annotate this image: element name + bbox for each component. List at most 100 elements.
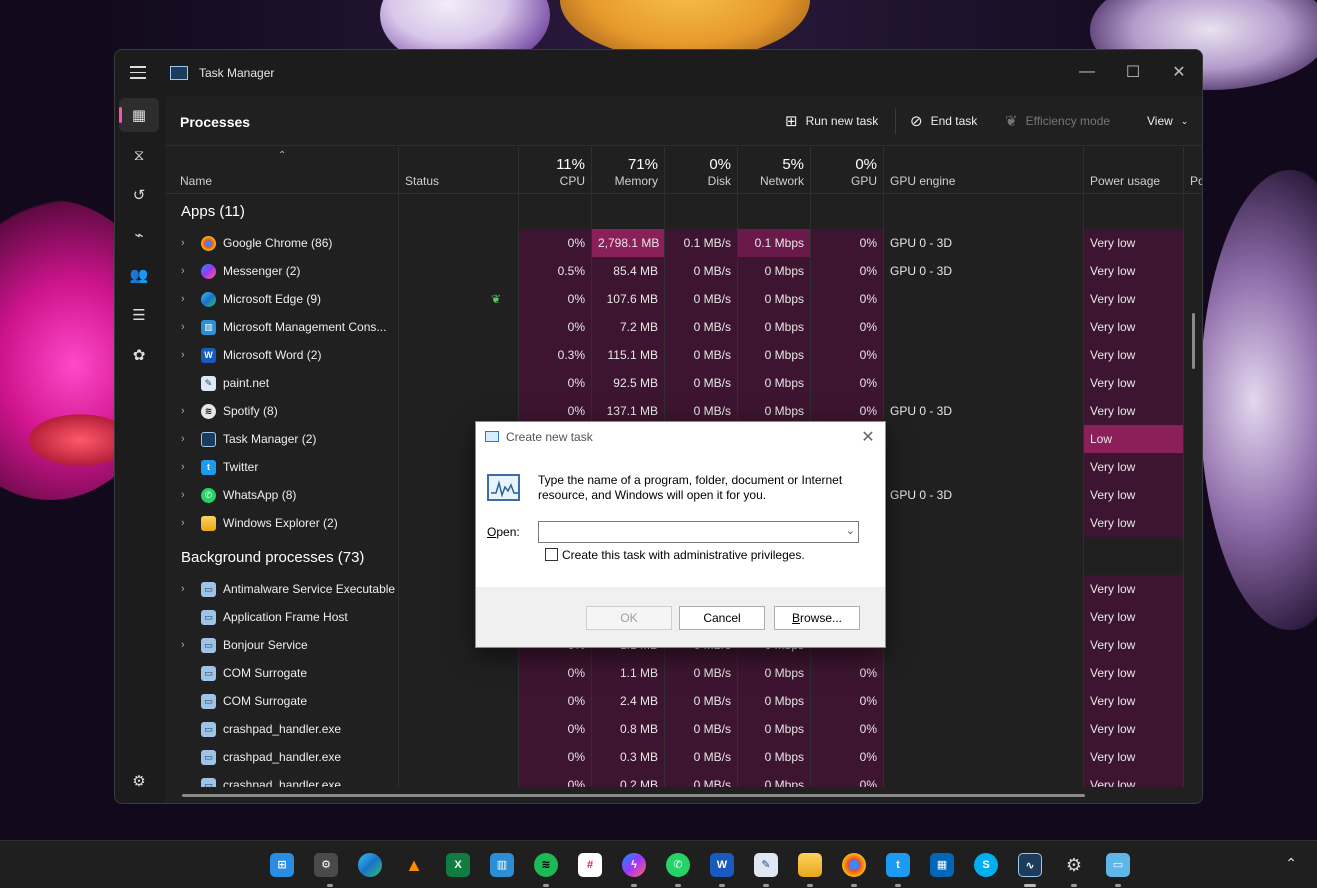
column-header-disk[interactable]: 0% Disk <box>665 147 737 194</box>
table-row[interactable]: › Microsoft Edge (9) ❦ 0% 107.6 MB 0 MB/… <box>165 285 1202 313</box>
nav-users-icon[interactable]: 👥 <box>119 258 159 292</box>
running-indicator <box>1071 884 1077 887</box>
table-row[interactable]: ▭ COM Surrogate 0% 1.1 MB 0 MB/s 0 Mbps … <box>165 659 1202 687</box>
remote-desktop-icon[interactable]: ▭ <box>1106 853 1130 877</box>
office-app-icon[interactable]: ▥ <box>490 853 514 877</box>
nav-startup-apps-icon[interactable]: ⌁ <box>119 218 159 252</box>
column-header-gpu-engine[interactable]: GPU engine <box>884 147 1083 194</box>
running-indicator <box>895 884 901 887</box>
spotify-icon[interactable]: ≋ <box>534 853 558 877</box>
expand-chevron-icon[interactable]: › <box>181 321 191 333</box>
hamburger-menu-icon[interactable] <box>130 66 146 78</box>
column-header-memory[interactable]: 71% Memory <box>592 147 664 194</box>
expand-chevron-icon[interactable]: › <box>181 349 191 361</box>
expand-chevron-icon[interactable]: › <box>181 433 191 445</box>
expand-chevron-icon[interactable]: › <box>181 489 191 501</box>
open-input[interactable] <box>542 524 832 540</box>
minimize-button[interactable]: — <box>1064 56 1110 88</box>
column-header-status[interactable]: Status <box>399 147 518 194</box>
skype-icon[interactable]: S <box>974 853 998 877</box>
task-manager-icon[interactable]: ∿ <box>1018 853 1042 877</box>
run-program-icon <box>487 474 520 501</box>
efficiency-mode-button[interactable]: ❦ Efficiency mode <box>1005 110 1110 132</box>
table-row[interactable]: ▭ crashpad_handler.exe 0% 0.8 MB 0 MB/s … <box>165 715 1202 743</box>
nav-performance-icon[interactable]: ⧖ <box>119 138 159 172</box>
view-menu-button[interactable]: View ⌄ <box>1147 110 1188 132</box>
settings-icon[interactable]: ⚙ <box>314 853 338 877</box>
expand-chevron-icon[interactable]: › <box>181 583 191 595</box>
run-new-task-icon: ⊞ <box>785 112 798 130</box>
messenger-icon <box>201 264 216 279</box>
efficiency-mode-leaf-icon: ❦ <box>491 292 501 306</box>
chevron-down-icon[interactable]: ⌄ <box>846 524 855 537</box>
ok-button[interactable]: OK <box>586 606 672 630</box>
column-header-network[interactable]: 5% Network <box>738 147 810 194</box>
horizontal-scrollbar[interactable] <box>182 794 1085 797</box>
expand-chevron-icon[interactable]: › <box>181 639 191 651</box>
task-manager-icon <box>201 432 216 447</box>
close-button[interactable]: ✕ <box>1156 56 1202 88</box>
microsoft-store-icon[interactable]: ▦ <box>930 853 954 877</box>
expand-chevron-icon[interactable]: › <box>181 293 191 305</box>
vlc-icon[interactable]: ▲ <box>402 853 426 877</box>
column-header-gpu[interactable]: 0% GPU <box>811 147 883 194</box>
paintnet-icon[interactable]: ✎ <box>754 853 778 877</box>
expand-chevron-icon[interactable]: › <box>181 405 191 417</box>
column-header-name[interactable]: ⌃ Name <box>174 147 398 194</box>
nav-details-icon[interactable]: ☰ <box>119 298 159 332</box>
show-hidden-icons-chevron-icon[interactable]: ⌃ <box>1285 855 1297 872</box>
admin-privileges-checkbox[interactable] <box>545 548 558 561</box>
run-new-task-label: Run new task <box>806 114 879 128</box>
column-header-cpu[interactable]: 11% CPU <box>519 147 591 194</box>
expand-chevron-icon[interactable]: › <box>181 237 191 249</box>
efficiency-mode-label: Efficiency mode <box>1026 114 1111 128</box>
whatsapp-icon: ✆ <box>201 488 216 503</box>
word-icon[interactable]: W <box>710 853 734 877</box>
task-manager-app-icon <box>170 66 188 80</box>
table-row[interactable]: ▭ crashpad_handler.exe 0% 0.2 MB 0 MB/s … <box>165 771 1202 787</box>
vertical-scrollbar[interactable] <box>1192 313 1195 369</box>
service-window-icon: ▭ <box>201 666 216 681</box>
slack-icon[interactable]: # <box>578 853 602 877</box>
running-indicator <box>763 884 769 887</box>
cancel-button[interactable]: Cancel <box>679 606 765 630</box>
edge-icon[interactable] <box>358 853 382 877</box>
end-task-button[interactable]: ⊘ End task <box>910 110 977 132</box>
nav-settings-gear-icon[interactable]: ⚙ <box>119 764 159 798</box>
expand-chevron-icon[interactable]: › <box>181 265 191 277</box>
nav-processes-icon[interactable]: ▦ <box>119 98 159 132</box>
table-row[interactable]: › W Microsoft Word (2) 0.3% 115.1 MB 0 M… <box>165 341 1202 369</box>
whatsapp-icon[interactable]: ✆ <box>666 853 690 877</box>
nav-services-icon[interactable]: ✿ <box>119 338 159 372</box>
browse-button[interactable]: Browse... <box>774 606 860 630</box>
expand-chevron-icon[interactable]: › <box>181 517 191 529</box>
open-combobox[interactable]: ⌄ <box>538 521 859 543</box>
messenger-icon[interactable]: ϟ <box>622 853 646 877</box>
running-indicator <box>1115 884 1121 887</box>
maximize-button[interactable]: ☐ <box>1110 56 1156 88</box>
dialog-title-bar[interactable]: Create new task ✕ <box>476 422 885 452</box>
twitter-icon[interactable]: t <box>886 853 910 877</box>
expand-chevron-icon[interactable]: › <box>181 461 191 473</box>
title-bar[interactable]: Task Manager — ☐ ✕ <box>115 50 1202 96</box>
folder-icon <box>201 516 216 531</box>
column-header-power-trend[interactable]: Po <box>1184 147 1202 194</box>
file-explorer-icon[interactable] <box>798 853 822 877</box>
end-task-label: End task <box>931 114 978 128</box>
page-title: Processes <box>180 114 250 130</box>
nav-app-history-icon[interactable]: ↺ <box>119 178 159 212</box>
table-row[interactable]: ✎ paint.net 0% 92.5 MB 0 MB/s 0 Mbps 0% … <box>165 369 1202 397</box>
dialog-close-icon[interactable]: ✕ <box>859 427 877 447</box>
excel-icon[interactable]: X <box>446 853 470 877</box>
settings-gear-icon[interactable]: ⚙ <box>1062 853 1086 877</box>
table-row[interactable]: › ▥ Microsoft Management Cons... 0% 7.2 … <box>165 313 1202 341</box>
column-header-power-usage[interactable]: Power usage <box>1084 147 1183 194</box>
start-icon[interactable]: ⊞ <box>270 853 294 877</box>
table-row[interactable]: ▭ COM Surrogate 0% 2.4 MB 0 MB/s 0 Mbps … <box>165 687 1202 715</box>
table-row[interactable]: › Google Chrome (86) 0% 2,798.1 MB 0.1 M… <box>165 229 1202 257</box>
dialog-title: Create new task <box>506 430 593 444</box>
table-row[interactable]: › Messenger (2) 0.5% 85.4 MB 0 MB/s 0 Mb… <box>165 257 1202 285</box>
chrome-icon[interactable] <box>842 853 866 877</box>
run-new-task-button[interactable]: ⊞ Run new task <box>785 110 878 132</box>
table-row[interactable]: ▭ crashpad_handler.exe 0% 0.3 MB 0 MB/s … <box>165 743 1202 771</box>
